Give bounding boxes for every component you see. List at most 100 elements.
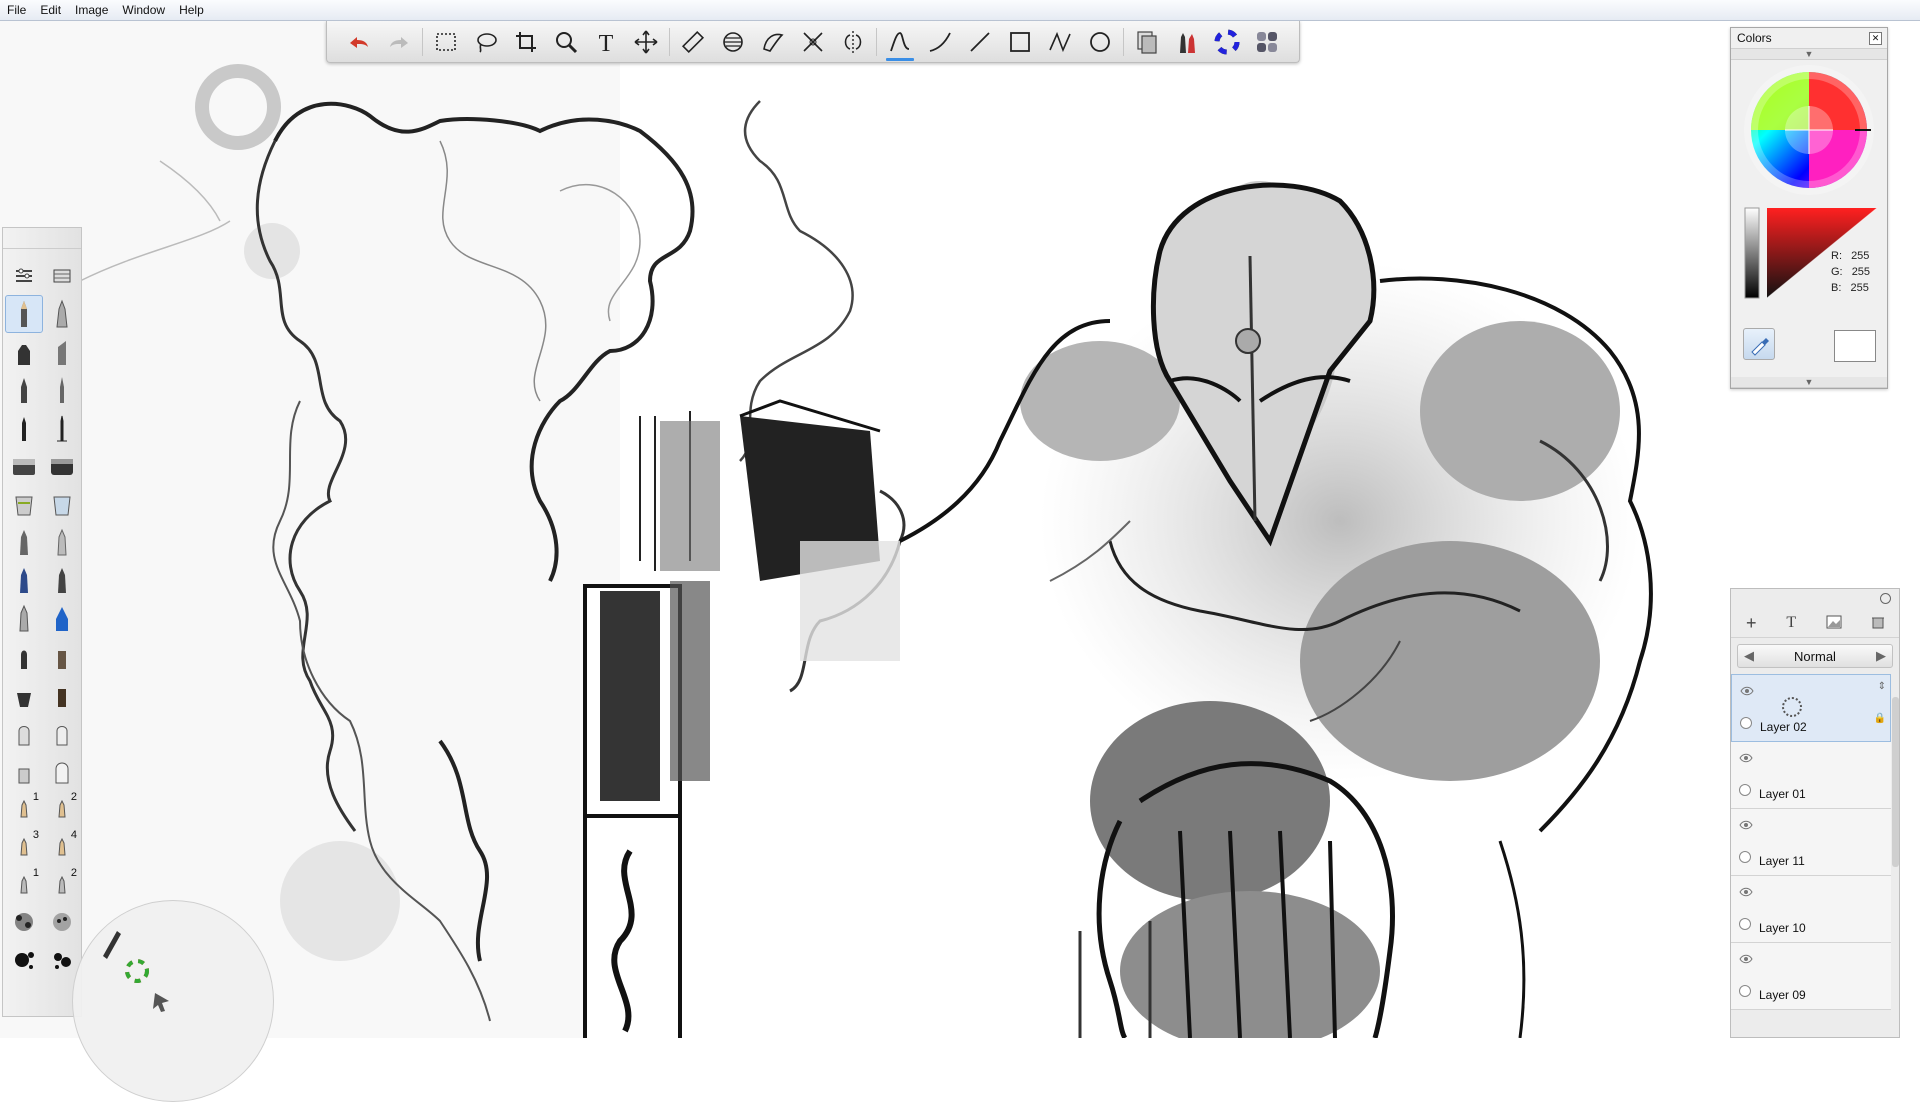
french-curve-icon[interactable] [757, 26, 789, 58]
visibility-eye-icon[interactable] [1739, 953, 1753, 967]
blend-mode-selector[interactable]: ◀ Normal ▶ [1737, 644, 1893, 668]
brush-library-icon[interactable] [43, 257, 81, 295]
technical-pen-icon[interactable] [43, 295, 81, 333]
rectangle-icon[interactable] [1004, 26, 1036, 58]
eraser-soft-icon[interactable] [43, 447, 81, 485]
gray-pencil-icon[interactable] [5, 599, 43, 637]
layer-lock-icon[interactable]: 🔒 [1874, 713, 1886, 724]
rect-select-icon[interactable] [430, 26, 462, 58]
lagoon-menu[interactable] [72, 900, 274, 1102]
fan-brush-icon[interactable] [5, 675, 43, 713]
eraser-hard-icon[interactable] [5, 447, 43, 485]
airbrush-soft-icon[interactable] [43, 523, 81, 561]
pen-tool-icon[interactable] [5, 371, 43, 409]
add-image-layer-icon[interactable] [1826, 615, 1842, 632]
panel-pin-icon[interactable] [1880, 593, 1891, 604]
preset-5-icon[interactable]: 1 [5, 865, 43, 903]
delete-layer-icon[interactable] [1872, 615, 1885, 632]
curve-icon[interactable] [924, 26, 956, 58]
add-layer-icon[interactable]: + [1746, 613, 1757, 634]
pencil-tool-icon[interactable] [5, 295, 43, 333]
brush-icon[interactable] [103, 931, 121, 959]
visibility-eye-icon[interactable] [1739, 819, 1753, 833]
preset-3-icon[interactable]: 3 [5, 827, 43, 865]
layers-scrollbar[interactable] [1892, 697, 1899, 867]
eyedropper-icon[interactable] [1743, 328, 1775, 360]
layer-item[interactable]: Layer 01 [1731, 742, 1891, 809]
close-icon[interactable]: ✕ [1869, 32, 1882, 45]
text-icon[interactable]: T [590, 26, 622, 58]
chisel-marker-icon[interactable] [43, 333, 81, 371]
layer-radio[interactable] [1739, 985, 1751, 997]
texture-brush-1-icon[interactable] [5, 903, 43, 941]
menu-file[interactable]: File [0, 0, 33, 20]
polyline-icon[interactable] [1044, 26, 1076, 58]
layer-item[interactable]: Layer 09 [1731, 943, 1891, 1010]
layer-radio[interactable] [1739, 784, 1751, 796]
pastel-icon[interactable] [43, 561, 81, 599]
ruler-icon[interactable] [677, 26, 709, 58]
color-wheel-icon[interactable] [1211, 26, 1243, 58]
ellipse-icon[interactable] [1084, 26, 1116, 58]
symmetry-mirror-icon[interactable] [837, 26, 869, 58]
add-text-layer-icon[interactable]: T [1786, 614, 1796, 632]
blur-icon[interactable] [43, 713, 81, 751]
lasso-icon[interactable] [470, 26, 502, 58]
palette-icon[interactable] [1251, 26, 1283, 58]
round-brush-icon[interactable] [5, 637, 43, 675]
visibility-eye-icon[interactable] [1739, 886, 1753, 900]
ellipse-guide-icon[interactable] [717, 26, 749, 58]
visibility-eye-icon[interactable] [1739, 752, 1753, 766]
paint-bucket-icon[interactable] [5, 485, 43, 523]
collapse-down-icon[interactable]: ▼ [1731, 377, 1887, 388]
brush-settings-icon[interactable] [5, 257, 43, 295]
layer-item[interactable]: Layer 11 [1731, 809, 1891, 876]
symmetry-icon[interactable] [797, 26, 829, 58]
airbrush-icon[interactable] [5, 523, 43, 561]
crop-icon[interactable] [510, 26, 542, 58]
layer-opacity-icon[interactable]: ⇕ [1878, 681, 1886, 692]
color-wheel[interactable] [1731, 60, 1887, 200]
current-color-swatch[interactable] [1834, 330, 1876, 362]
glaze-icon[interactable] [43, 751, 81, 789]
preset-1-icon[interactable]: 1 [5, 789, 43, 827]
smudge-icon[interactable] [5, 713, 43, 751]
drawing-canvas[interactable] [0, 21, 1920, 1038]
dry-brush-icon[interactable] [43, 675, 81, 713]
layer-radio[interactable] [1739, 918, 1751, 930]
layer-item[interactable]: Layer 10 [1731, 876, 1891, 943]
menu-edit[interactable]: Edit [33, 0, 68, 20]
ink-pen-icon[interactable] [43, 371, 81, 409]
preset-2-icon[interactable]: 2 [43, 789, 81, 827]
layer-item[interactable]: Layer 02 ⇕ 🔒 [1731, 674, 1891, 742]
chevron-left-icon[interactable]: ◀ [1744, 648, 1754, 664]
paint-bucket-blue-icon[interactable] [43, 485, 81, 523]
line-icon[interactable] [964, 26, 996, 58]
menu-image[interactable]: Image [68, 0, 115, 20]
color-wheel-icon[interactable] [125, 959, 149, 983]
undo-icon[interactable] [343, 26, 375, 58]
menu-window[interactable]: Window [115, 0, 172, 20]
blue-marker-icon[interactable] [5, 561, 43, 599]
sharpen-icon[interactable] [5, 751, 43, 789]
layer-radio[interactable] [1739, 851, 1751, 863]
move-icon[interactable] [630, 26, 662, 58]
redo-icon[interactable] [383, 26, 415, 58]
splatter-brush-1-icon[interactable] [5, 941, 43, 979]
visibility-eye-icon[interactable] [1740, 685, 1754, 699]
zoom-icon[interactable] [550, 26, 582, 58]
marker-tool-icon[interactable] [5, 333, 43, 371]
brush-set-icon[interactable] [1171, 26, 1203, 58]
preset-6-icon[interactable]: 2 [43, 865, 81, 903]
collapse-up-icon[interactable]: ▼ [1731, 49, 1887, 60]
preset-4-icon[interactable]: 4 [43, 827, 81, 865]
blue-ink-icon[interactable] [43, 599, 81, 637]
copy-paste-icon[interactable] [1131, 26, 1163, 58]
menu-help[interactable]: Help [172, 0, 211, 20]
flat-brush-icon[interactable] [43, 637, 81, 675]
ballpoint-icon[interactable] [5, 409, 43, 447]
cursor-icon[interactable] [153, 993, 169, 1012]
fineliner-icon[interactable] [43, 409, 81, 447]
layer-radio[interactable] [1740, 717, 1752, 729]
chevron-right-icon[interactable]: ▶ [1876, 648, 1886, 664]
